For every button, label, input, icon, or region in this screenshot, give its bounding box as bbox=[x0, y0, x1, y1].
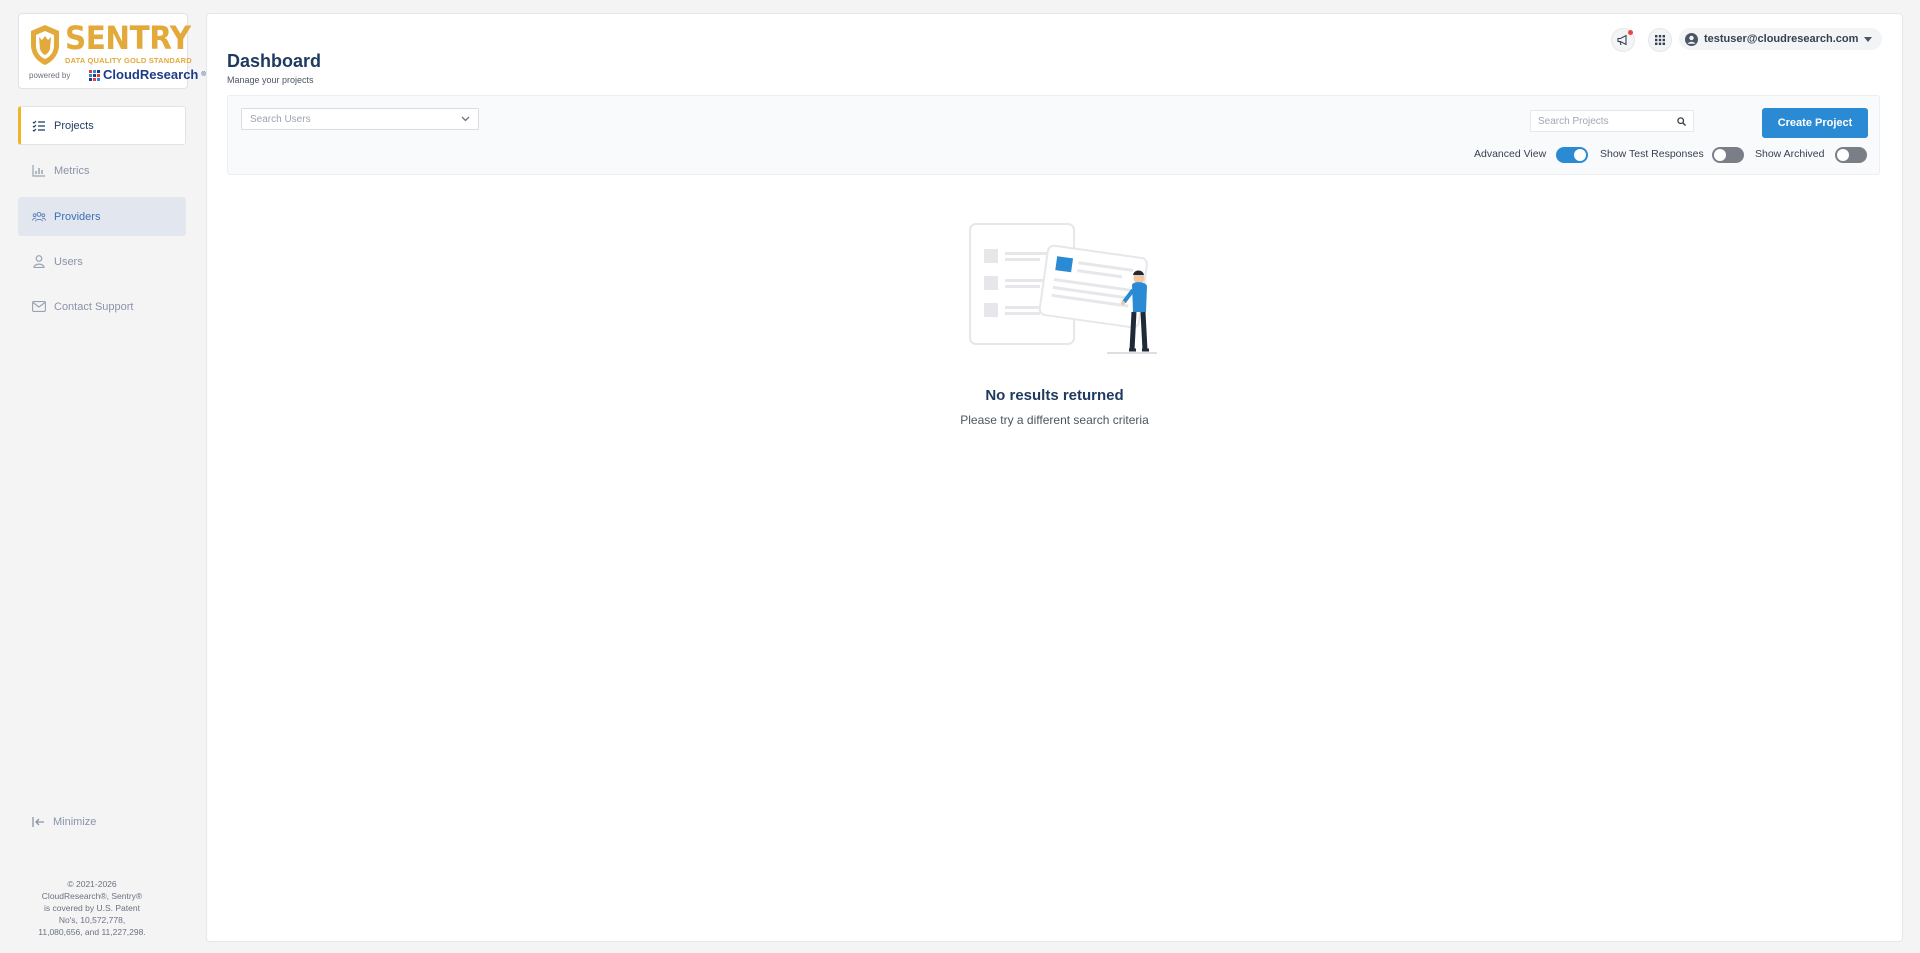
cloudresearch-logo: CloudResearch ® bbox=[89, 67, 206, 83]
apps-grid-icon bbox=[1655, 35, 1665, 45]
cloudresearch-name: CloudResearch bbox=[103, 67, 199, 82]
advanced-view-toggle[interactable] bbox=[1556, 147, 1588, 163]
copyright-line: CloudResearch®, Sentry® bbox=[41, 891, 143, 901]
chevron-down-icon bbox=[461, 116, 470, 122]
sidebar-item-label: Providers bbox=[54, 210, 101, 223]
sidebar-item-metrics[interactable]: Metrics bbox=[18, 151, 186, 190]
main-panel: testuser@cloudresearch.com Dashboard Man… bbox=[206, 13, 1903, 942]
announcements-button[interactable] bbox=[1611, 28, 1635, 52]
create-project-button[interactable]: Create Project bbox=[1762, 108, 1868, 138]
people-group-icon bbox=[32, 210, 46, 224]
sentry-logo[interactable]: SENTRY DATA QUALITY GOLD STANDARD powere… bbox=[18, 13, 206, 89]
show-archived-toggle[interactable] bbox=[1835, 147, 1867, 163]
logo-wordmark: SENTRY bbox=[65, 19, 191, 57]
empty-state-message: Please try a different search criteria bbox=[960, 413, 1149, 427]
search-projects-input[interactable] bbox=[1531, 115, 1668, 127]
user-account-menu[interactable]: testuser@cloudresearch.com bbox=[1679, 28, 1883, 50]
envelope-icon bbox=[32, 300, 46, 314]
copyright-line: © 2021-2026 bbox=[67, 879, 117, 889]
sidebar-item-label: Contact Support bbox=[54, 300, 134, 313]
cloudresearch-grid-icon bbox=[89, 69, 100, 81]
sidebar-item-contact-support[interactable]: Contact Support bbox=[18, 287, 186, 326]
minimize-sidebar-button[interactable]: Minimize bbox=[32, 816, 96, 828]
toggle-knob bbox=[1574, 149, 1586, 161]
toggle-knob bbox=[1837, 149, 1849, 161]
search-users-select[interactable]: Search Users bbox=[241, 108, 479, 130]
list-check-icon bbox=[32, 119, 46, 133]
collapse-left-icon bbox=[32, 817, 45, 827]
copyright-notice: © 2021-2026 CloudResearch®, Sentry® is c… bbox=[18, 878, 166, 938]
shield-logo-icon bbox=[31, 25, 59, 65]
caret-down-icon bbox=[1864, 36, 1873, 42]
advanced-view-label: Advanced View bbox=[1474, 148, 1547, 160]
sidebar-item-label: Projects bbox=[54, 119, 94, 132]
search-users-placeholder: Search Users bbox=[250, 113, 311, 125]
logo-tagline: DATA QUALITY GOLD STANDARD bbox=[65, 56, 192, 65]
minimize-label: Minimize bbox=[53, 816, 97, 828]
search-projects-field bbox=[1530, 110, 1694, 132]
page-subtitle: Manage your projects bbox=[227, 75, 314, 85]
empty-state-title: No results returned bbox=[985, 387, 1124, 404]
powered-by-label: powered by bbox=[29, 71, 71, 80]
filter-panel: Search Users Create Project Advanced Vie… bbox=[227, 95, 1880, 175]
copyright-line: 11,080,656, and 11,227,298. bbox=[38, 927, 146, 937]
sidebar-item-label: Metrics bbox=[54, 164, 90, 177]
sidebar-item-projects[interactable]: Projects bbox=[18, 106, 186, 145]
page-title: Dashboard bbox=[227, 51, 322, 71]
sidebar: SENTRY DATA QUALITY GOLD STANDARD powere… bbox=[0, 0, 206, 953]
sidebar-item-providers[interactable]: Providers bbox=[18, 197, 186, 236]
megaphone-icon bbox=[1617, 34, 1627, 46]
show-test-responses-label: Show Test Responses bbox=[1600, 148, 1704, 160]
toggle-knob bbox=[1714, 149, 1726, 161]
apps-menu-button[interactable] bbox=[1648, 28, 1672, 52]
notification-dot bbox=[1628, 30, 1633, 35]
bar-chart-icon bbox=[32, 164, 46, 178]
user-circle-icon bbox=[1685, 32, 1698, 46]
show-test-responses-toggle[interactable] bbox=[1712, 147, 1744, 163]
show-archived-label: Show Archived bbox=[1755, 148, 1825, 160]
search-icon[interactable] bbox=[1677, 116, 1686, 126]
user-email: testuser@cloudresearch.com bbox=[1704, 33, 1859, 45]
sidebar-item-label: Users bbox=[54, 255, 83, 268]
user-icon bbox=[32, 255, 46, 269]
copyright-line: No's, 10,572,778, bbox=[58, 915, 126, 925]
empty-results-illustration bbox=[969, 223, 1157, 354]
sidebar-item-users[interactable]: Users bbox=[18, 242, 186, 281]
copyright-line: is covered by U.S. Patent bbox=[44, 903, 140, 913]
